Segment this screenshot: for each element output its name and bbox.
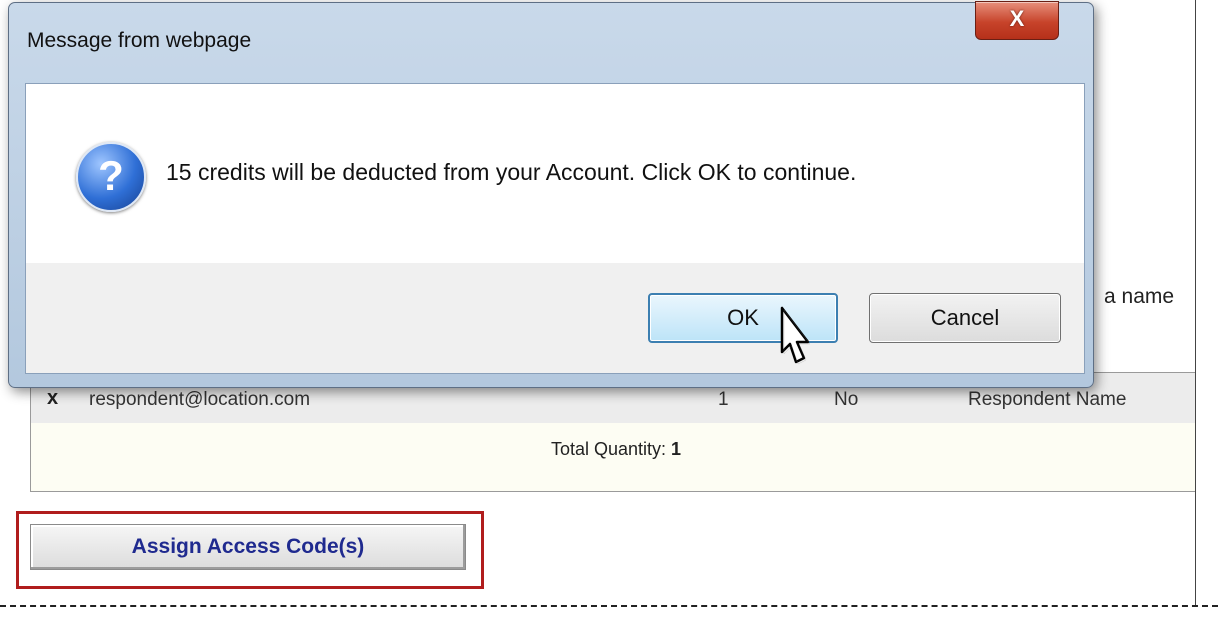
dialog-footer: OK Cancel <box>25 263 1085 374</box>
total-quantity-value: 1 <box>671 439 682 459</box>
partial-instruction-text: a name <box>1104 285 1175 308</box>
assign-access-codes-button[interactable]: Assign Access Code(s) <box>30 524 466 570</box>
recipient-table: x respondent@location.com 1 No Responden… <box>30 372 1202 492</box>
close-button[interactable]: X <box>975 1 1059 40</box>
respondent-name: Respondent Name <box>968 389 1127 410</box>
row-quantity: 1 <box>718 389 729 410</box>
remove-row-icon[interactable]: x <box>47 387 58 410</box>
mouse-pointer-icon <box>780 306 811 365</box>
total-quantity: Total Quantity: 1 <box>31 439 1201 460</box>
message-dialog: Message from webpage X ? 15 credits will… <box>8 1 1094 388</box>
dialog-message: 15 credits will be deducted from your Ac… <box>166 159 857 185</box>
cancel-button[interactable]: Cancel <box>869 293 1061 343</box>
dialog-title: Message from webpage <box>27 29 252 52</box>
dialog-body: ? 15 credits will be deducted from your … <box>25 83 1085 264</box>
close-icon: X <box>1009 6 1025 31</box>
question-icon: ? <box>76 142 146 212</box>
torn-edge-decoration <box>1195 0 1218 617</box>
question-glyph: ? <box>98 152 124 199</box>
row-flag: No <box>834 389 859 410</box>
torn-bottom-edge <box>0 605 1218 617</box>
respondent-email: respondent@location.com <box>89 389 311 410</box>
total-quantity-label: Total Quantity: <box>550 439 667 459</box>
